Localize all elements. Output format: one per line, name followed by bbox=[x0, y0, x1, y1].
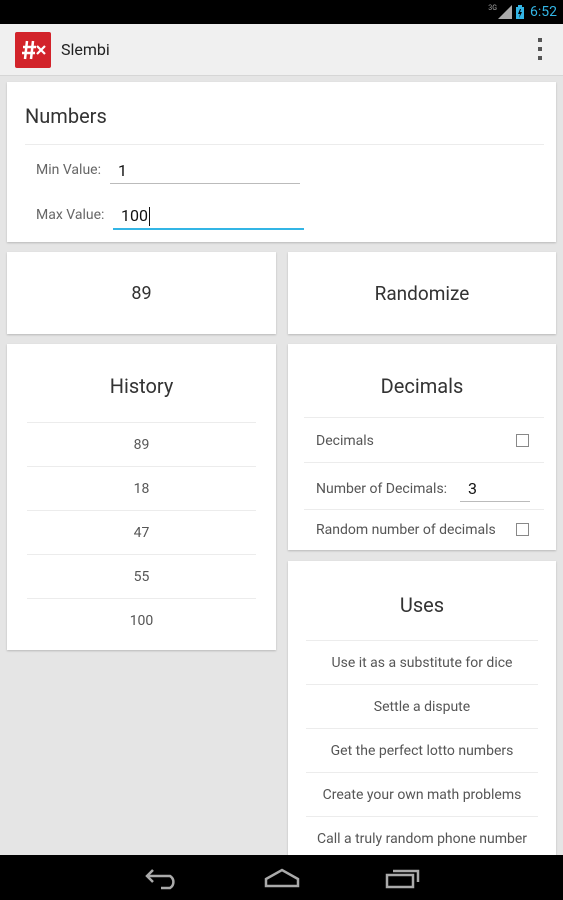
max-value-text: 100 bbox=[121, 206, 148, 225]
min-value-text: 1 bbox=[118, 161, 127, 180]
result-value: 89 bbox=[131, 282, 152, 304]
random-decimals-label: Random number of decimals bbox=[316, 522, 496, 538]
text-cursor bbox=[149, 207, 150, 226]
signal-icon bbox=[498, 5, 512, 19]
numbers-heading: Numbers bbox=[25, 104, 107, 128]
clock: 6:52 bbox=[530, 4, 557, 20]
min-value-input[interactable]: 1 bbox=[110, 156, 300, 186]
decimals-card: Decimals Decimals Number of Decimals: 3 … bbox=[288, 344, 556, 550]
max-value-underline bbox=[113, 228, 304, 230]
history-item[interactable]: 55 bbox=[27, 554, 256, 598]
uses-heading: Uses bbox=[399, 593, 445, 617]
random-decimals-checkbox[interactable] bbox=[516, 523, 529, 536]
num-decimals-label: Number of Decimals: bbox=[316, 481, 448, 497]
min-value-label: Min Value: bbox=[36, 162, 101, 178]
use-item[interactable]: Create your own math problems bbox=[306, 772, 538, 816]
divider bbox=[25, 144, 544, 145]
randomize-label: Randomize bbox=[374, 281, 470, 305]
decimals-checkbox[interactable] bbox=[516, 434, 529, 447]
decimals-heading: Decimals bbox=[380, 374, 464, 398]
result-card: 89 bbox=[7, 252, 276, 334]
app-title: Slembi bbox=[61, 40, 110, 59]
use-item[interactable]: Call a truly random phone number bbox=[306, 816, 538, 860]
num-decimals-text: 3 bbox=[468, 479, 477, 498]
action-bar: Slembi bbox=[0, 24, 563, 76]
status-bar: 3G 6:52 bbox=[0, 0, 563, 24]
battery-icon bbox=[516, 5, 524, 19]
home-icon[interactable] bbox=[263, 868, 301, 888]
navigation-bar bbox=[0, 855, 563, 900]
num-decimals-input[interactable]: 3 bbox=[460, 476, 530, 502]
divider bbox=[304, 509, 544, 510]
back-icon[interactable] bbox=[143, 866, 181, 890]
use-item[interactable]: Use it as a substitute for dice bbox=[306, 640, 538, 684]
network-type: 3G bbox=[488, 4, 497, 12]
randomize-button[interactable]: Randomize bbox=[288, 252, 556, 334]
use-item[interactable]: Get the perfect lotto numbers bbox=[306, 728, 538, 772]
history-item[interactable]: 89 bbox=[27, 422, 256, 466]
history-card: History 89 18 47 55 100 bbox=[7, 344, 276, 650]
max-value-label: Max Value: bbox=[36, 207, 105, 223]
recent-apps-icon[interactable] bbox=[385, 867, 421, 889]
num-decimals-underline bbox=[460, 501, 530, 502]
overflow-menu-icon[interactable] bbox=[537, 38, 543, 60]
min-value-underline bbox=[110, 183, 300, 184]
history-heading: History bbox=[109, 374, 174, 398]
divider bbox=[304, 417, 544, 418]
divider bbox=[304, 462, 544, 463]
history-item[interactable]: 47 bbox=[27, 510, 256, 554]
history-item[interactable]: 18 bbox=[27, 466, 256, 510]
decimals-label: Decimals bbox=[316, 433, 374, 449]
max-value-input[interactable]: 100 bbox=[113, 201, 304, 231]
use-item[interactable]: Settle a dispute bbox=[306, 684, 538, 728]
numbers-card: Numbers Min Value: 1 Max Value: 100 bbox=[7, 82, 556, 242]
history-item[interactable]: 100 bbox=[27, 598, 256, 642]
app-logo-icon[interactable] bbox=[15, 31, 51, 68]
uses-card: Uses Use it as a substitute for dice Set… bbox=[288, 561, 556, 861]
